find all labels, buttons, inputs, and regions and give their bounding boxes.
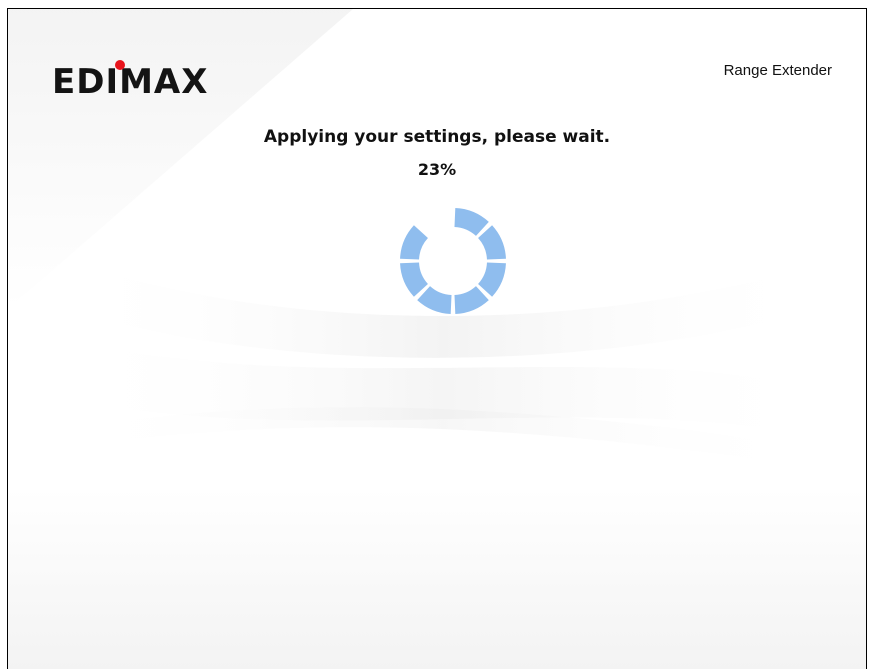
edimax-logo: EDIMAX [52, 60, 208, 99]
spinner-segment [400, 225, 428, 260]
spinner-segment [417, 286, 452, 314]
loading-spinner-icon [400, 208, 506, 314]
logo-text: EDIMAX [52, 62, 208, 99]
main-window: EDIMAX Range Extender Applying your sett… [7, 8, 867, 669]
spinner-segment [478, 225, 506, 260]
spinner-segment [454, 286, 489, 314]
spinner-segment [400, 262, 428, 297]
status-message: Applying your settings, please wait. [263, 127, 611, 147]
progress-percent: 23% [417, 160, 457, 179]
product-name: Range Extender [723, 62, 832, 79]
spinner-segment [478, 262, 506, 297]
spinner-segment [454, 208, 489, 236]
logo-red-dot [115, 60, 125, 70]
background-swoosh [8, 9, 866, 669]
